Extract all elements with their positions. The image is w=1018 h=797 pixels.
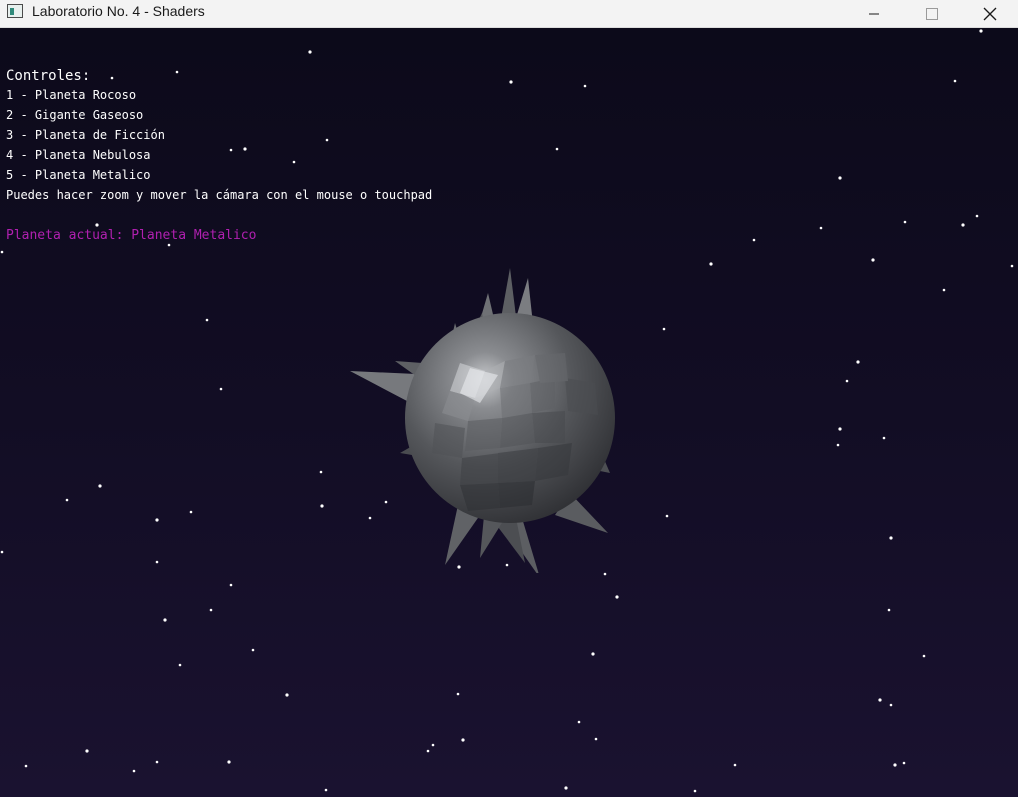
star: [189, 510, 193, 514]
close-button[interactable]: [961, 0, 1018, 27]
star: [209, 608, 213, 612]
star: [178, 663, 182, 667]
control-line-metallic: 5 - Planeta Metalico: [6, 168, 151, 182]
metallic-planet: [350, 268, 615, 573]
star: [975, 214, 979, 218]
star: [836, 443, 840, 447]
control-line-rocky: 1 - Planeta Rocoso: [6, 88, 137, 102]
star: [752, 238, 756, 242]
star: [889, 703, 893, 707]
window-title: Laboratorio No. 4 - Shaders: [32, 3, 205, 19]
camera-hint: Puedes hacer zoom y mover la cámara con …: [6, 188, 433, 202]
star: [845, 379, 849, 383]
star: [426, 749, 430, 753]
star: [227, 760, 231, 764]
star: [555, 147, 559, 151]
star: [603, 572, 607, 576]
star: [308, 50, 312, 54]
star: [85, 749, 89, 753]
star: [856, 360, 860, 364]
star: [163, 618, 167, 622]
star: [324, 788, 328, 792]
star: [583, 84, 587, 88]
star: [155, 560, 159, 564]
star: [132, 769, 136, 773]
star: [292, 160, 296, 164]
star: [319, 470, 323, 474]
star: [205, 318, 209, 322]
star: [251, 648, 255, 652]
star: [461, 738, 465, 742]
star: [1010, 264, 1014, 268]
star: [175, 70, 179, 74]
star: [838, 176, 842, 180]
star: [95, 223, 99, 227]
star: [564, 786, 568, 790]
star: [509, 80, 513, 84]
app-window: Laboratorio No. 4 - Shaders Controles: 1…: [0, 0, 1018, 797]
star: [65, 498, 69, 502]
app-window-icon: [7, 4, 23, 18]
star: [456, 692, 460, 696]
star: [878, 698, 882, 702]
star: [819, 226, 823, 230]
control-line-gas-giant: 2 - Gigante Gaseoso: [6, 108, 144, 122]
star: [953, 79, 957, 83]
star: [98, 484, 102, 488]
star: [979, 29, 983, 33]
star: [320, 504, 324, 508]
control-line-nebula: 4 - Planeta Nebulosa: [6, 148, 151, 162]
star: [693, 789, 697, 793]
close-icon: [983, 7, 997, 20]
current-planet-label: Planeta actual: Planeta Metalico: [6, 228, 256, 243]
maximize-icon: [926, 7, 938, 20]
star: [577, 720, 581, 724]
star: [889, 536, 893, 540]
star: [733, 763, 737, 767]
current-planet-name: Planeta Metalico: [131, 228, 257, 243]
star: [243, 147, 247, 151]
star: [665, 514, 669, 518]
star: [871, 258, 875, 262]
star: [285, 693, 289, 697]
star: [662, 327, 666, 331]
star: [922, 654, 926, 658]
star: [709, 262, 713, 266]
star: [431, 743, 435, 747]
star: [942, 288, 946, 292]
star: [0, 550, 4, 554]
render-viewport[interactable]: Controles: 1 - Planeta Rocoso 2 - Gigant…: [0, 28, 1018, 797]
star: [110, 76, 114, 80]
star: [591, 652, 595, 656]
control-line-fiction: 3 - Planeta de Ficción: [6, 128, 165, 142]
minimize-icon: [869, 13, 879, 14]
star: [838, 427, 842, 431]
star: [219, 387, 223, 391]
minimize-button[interactable]: [845, 0, 903, 27]
controls-heading: Controles:: [6, 68, 91, 84]
star: [615, 595, 619, 599]
star: [903, 220, 907, 224]
star: [155, 518, 159, 522]
star: [155, 760, 159, 764]
star: [594, 737, 598, 741]
star: [229, 148, 233, 152]
star: [882, 436, 886, 440]
star: [961, 223, 965, 227]
star: [229, 583, 233, 587]
star: [902, 761, 906, 765]
star: [893, 763, 897, 767]
star: [887, 608, 891, 612]
star: [325, 138, 329, 142]
star: [0, 250, 4, 254]
current-planet-prefix: Planeta actual:: [6, 228, 124, 243]
star: [24, 764, 28, 768]
maximize-button[interactable]: [903, 0, 961, 27]
star: [167, 243, 171, 247]
title-bar[interactable]: Laboratorio No. 4 - Shaders: [0, 0, 1018, 28]
